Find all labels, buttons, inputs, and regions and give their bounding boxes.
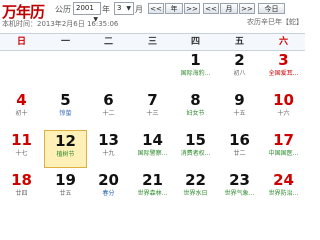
calendar-day[interactable]: 9 十五 (218, 90, 261, 128)
day-number: 12 (55, 132, 76, 150)
calendar-day[interactable]: 23 世界气象... (218, 170, 261, 208)
day-number: 2 (234, 51, 245, 69)
day-lunar-text: 春分 (102, 190, 115, 197)
day-number: 17 (273, 131, 294, 149)
next-year-button[interactable]: >> (184, 3, 200, 14)
weekday-header: 日一二三四五六 (0, 33, 305, 51)
calendar-day[interactable]: 19 廿五 (44, 170, 87, 208)
day-lunar-text: 十六 (277, 110, 290, 117)
calendar-day[interactable]: 15 消费者权... (174, 130, 217, 168)
local-time: 本机时间：2013年2月6日 16:35:06 (2, 20, 119, 28)
day-lunar-text: 初十 (15, 110, 28, 117)
weekday-thu: 四 (190, 37, 200, 47)
day-number: 24 (273, 171, 294, 189)
day-number: 7 (147, 91, 158, 109)
calendar-day[interactable]: 5 惊蛰 (44, 90, 87, 128)
day-lunar-text: 世界森林... (137, 190, 168, 197)
day-number: 22 (185, 171, 206, 189)
lunar-year: 农历辛巳年【蛇】 (247, 18, 303, 26)
day-number: 14 (142, 131, 163, 149)
year-nav-label[interactable]: 年 (165, 3, 183, 14)
top-bar: 万年历 公历 2001 ▼ 年 3 ▼ 月 << 年 >> << 月 >> 今日 本… (0, 0, 305, 30)
calendar-day[interactable]: 13 十九 (87, 130, 130, 168)
calendar-day[interactable]: 17 中国国医... (262, 130, 305, 168)
calendar-day[interactable]: 22 世界水日 (174, 170, 217, 208)
month-select[interactable]: 3 ▼ (114, 2, 134, 15)
day-lunar-text: 国际警察... (137, 150, 168, 157)
day-lunar-text: 十五 (233, 110, 246, 117)
day-number: 20 (98, 171, 119, 189)
day-number: 5 (60, 91, 71, 109)
day-lunar-text: 惊蛰 (59, 110, 72, 117)
calendar-day[interactable]: 4 初十 (0, 90, 43, 128)
day-lunar-text: 妇女节 (186, 110, 205, 117)
calendar-day[interactable]: 16 廿二 (218, 130, 261, 168)
calendar-day[interactable]: 18 廿四 (0, 170, 43, 208)
day-number: 11 (11, 131, 32, 149)
month-value: 3 (117, 4, 122, 12)
calendar-day[interactable]: 2 初八 (218, 50, 261, 88)
day-number: 10 (273, 91, 294, 109)
day-lunar-text: 廿五 (59, 190, 72, 197)
calendar-day[interactable]: 1 国际海豹... (174, 50, 217, 88)
calendar-day-today[interactable]: 12 植树节 (44, 130, 87, 168)
next-month-button[interactable]: >> (239, 3, 255, 14)
day-lunar-text: 十九 (102, 150, 115, 157)
month-nav-label[interactable]: 月 (220, 3, 238, 14)
day-number: 19 (55, 171, 76, 189)
day-lunar-text: 十七 (15, 150, 28, 157)
calendar-day[interactable]: 6 十二 (87, 90, 130, 128)
day-lunar-text: 十二 (102, 110, 115, 117)
day-number: 15 (185, 131, 206, 149)
year-value: 2001 (76, 4, 94, 12)
day-lunar-text: 中国国医... (268, 150, 299, 157)
month-label: 月 (135, 5, 143, 14)
day-number: 18 (11, 171, 32, 189)
day-number: 23 (229, 171, 250, 189)
day-number: 13 (98, 131, 119, 149)
day-lunar-text: 十三 (146, 110, 159, 117)
weekday-mon: 一 (60, 37, 70, 47)
weekday-sat: 六 (278, 37, 288, 47)
day-lunar-text: 国际海豹... (180, 70, 211, 77)
calendar-day[interactable]: 24 世界防治... (262, 170, 305, 208)
day-number: 6 (103, 91, 114, 109)
day-lunar-text: 初八 (233, 70, 246, 77)
calendar-day[interactable]: 10 十六 (262, 90, 305, 128)
day-lunar-text: 世界防治... (268, 190, 299, 197)
weekday-fri: 五 (234, 37, 244, 47)
calendar-day[interactable]: 14 国际警察... (131, 130, 174, 168)
calendar-day[interactable]: 21 世界森林... (131, 170, 174, 208)
prev-month-button[interactable]: << (203, 3, 219, 14)
year-select[interactable]: 2001 ▼ (73, 2, 101, 23)
day-number: 4 (16, 91, 27, 109)
day-number: 3 (278, 51, 289, 69)
day-number: 9 (234, 91, 245, 109)
day-lunar-text: 植树节 (56, 151, 75, 158)
calendar-day[interactable]: 11 十七 (0, 130, 43, 168)
day-lunar-text: 廿四 (15, 190, 28, 197)
prev-year-button[interactable]: << (148, 3, 164, 14)
calendar-day[interactable]: 3 全国爱耳... (262, 50, 305, 88)
calendar-day[interactable]: 7 十三 (131, 90, 174, 128)
day-lunar-text: 世界气象... (224, 190, 255, 197)
today-button[interactable]: 今日 (258, 3, 285, 14)
weekday-wed: 三 (147, 37, 157, 47)
day-number: 8 (190, 91, 201, 109)
calendar-type-label: 公历 (55, 5, 71, 14)
chevron-down-icon: ▼ (126, 5, 131, 12)
day-number: 21 (142, 171, 163, 189)
day-lunar-text: 廿二 (233, 150, 246, 157)
calendar-day[interactable]: 20 春分 (87, 170, 130, 208)
weekday-tue: 二 (103, 37, 113, 47)
calendar-grid: 1 国际海豹... 2 初八 3 全国爱耳... 4 初十 5 惊蛰 6 十二 7 十三 8 妇女节 9 十五 10… (0, 50, 305, 213)
day-number: 16 (229, 131, 250, 149)
year-label: 年 (102, 5, 110, 14)
day-number: 1 (190, 51, 201, 69)
day-lunar-text: 全国爱耳... (268, 70, 299, 77)
day-lunar-text: 消费者权... (180, 150, 211, 157)
day-lunar-text: 世界水日 (183, 190, 208, 197)
weekday-sun: 日 (16, 37, 26, 47)
calendar-day[interactable]: 8 妇女节 (174, 90, 217, 128)
